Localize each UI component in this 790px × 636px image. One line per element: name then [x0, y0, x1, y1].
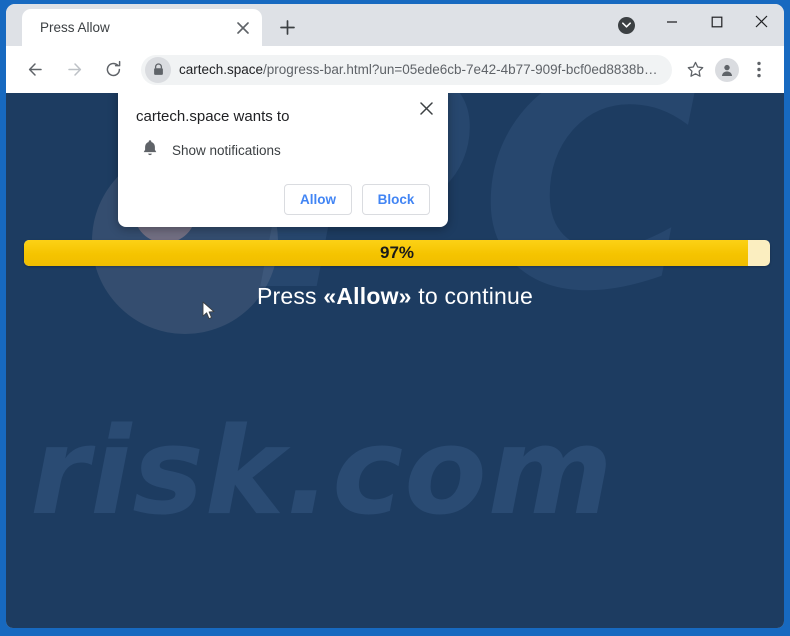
profile-avatar[interactable] [712, 55, 742, 85]
bookmark-star-icon[interactable] [680, 55, 710, 85]
chevron-down-icon [617, 16, 635, 34]
url-path: /progress-bar.html?un=05ede6cb-7e42-4b77… [263, 62, 658, 77]
forward-button[interactable] [59, 55, 89, 85]
lock-icon[interactable] [145, 56, 171, 83]
tab-title: Press Allow [40, 20, 110, 35]
cta-prefix: Press [256, 283, 324, 309]
address-bar[interactable]: cartech.space/progress-bar.html?un=05ede… [141, 54, 672, 85]
cta-emphasis: «Allow» [323, 283, 412, 309]
minimize-button[interactable] [649, 6, 694, 37]
mouse-cursor [202, 301, 216, 321]
chrome-menu-icon[interactable] [744, 55, 774, 85]
browser-toolbar: cartech.space/progress-bar.html?un=05ede… [6, 46, 784, 93]
url-host: cartech.space [179, 62, 264, 77]
allow-button[interactable]: Allow [284, 184, 352, 215]
tabstrip-right-controls [613, 4, 784, 46]
bell-icon [142, 139, 158, 162]
tab-search-button[interactable] [613, 12, 639, 38]
permission-label: Show notifications [172, 143, 281, 158]
tab-close-icon[interactable] [232, 17, 254, 39]
watermark-risk: risk.com [30, 403, 614, 542]
call-to-action-text: Press «Allow» to continue [6, 283, 784, 310]
tab-strip: Press Allow [6, 4, 784, 46]
block-button[interactable]: Block [362, 184, 430, 215]
dialog-close-icon[interactable] [414, 96, 438, 120]
browser-window-frame: Press Allow cartech.space/progress-bar.h… [0, 0, 790, 636]
address-bar-url: cartech.space/progress-bar.html?un=05ede… [179, 62, 660, 77]
reload-button[interactable] [98, 55, 128, 85]
avatar [715, 57, 739, 82]
maximize-button[interactable] [694, 6, 739, 37]
browser-window: Press Allow cartech.space/progress-bar.h… [6, 4, 784, 628]
window-controls [649, 6, 784, 46]
cta-suffix: to continue [411, 283, 534, 309]
dialog-actions: Allow Block [136, 184, 430, 215]
web-page-content: PC risk.com 97% Press «Allow» to continu… [6, 93, 784, 628]
notification-permission-dialog: cartech.space wants to Show notification… [118, 93, 448, 227]
close-window-button[interactable] [739, 6, 784, 37]
progress-bar-label: 97% [379, 243, 415, 262]
back-button[interactable] [20, 55, 50, 85]
dialog-title: cartech.space wants to [136, 108, 290, 125]
browser-tab[interactable]: Press Allow [22, 9, 262, 46]
permission-row: Show notifications [136, 139, 430, 162]
new-tab-button[interactable] [272, 12, 302, 42]
progress-bar: 97% [24, 240, 770, 266]
